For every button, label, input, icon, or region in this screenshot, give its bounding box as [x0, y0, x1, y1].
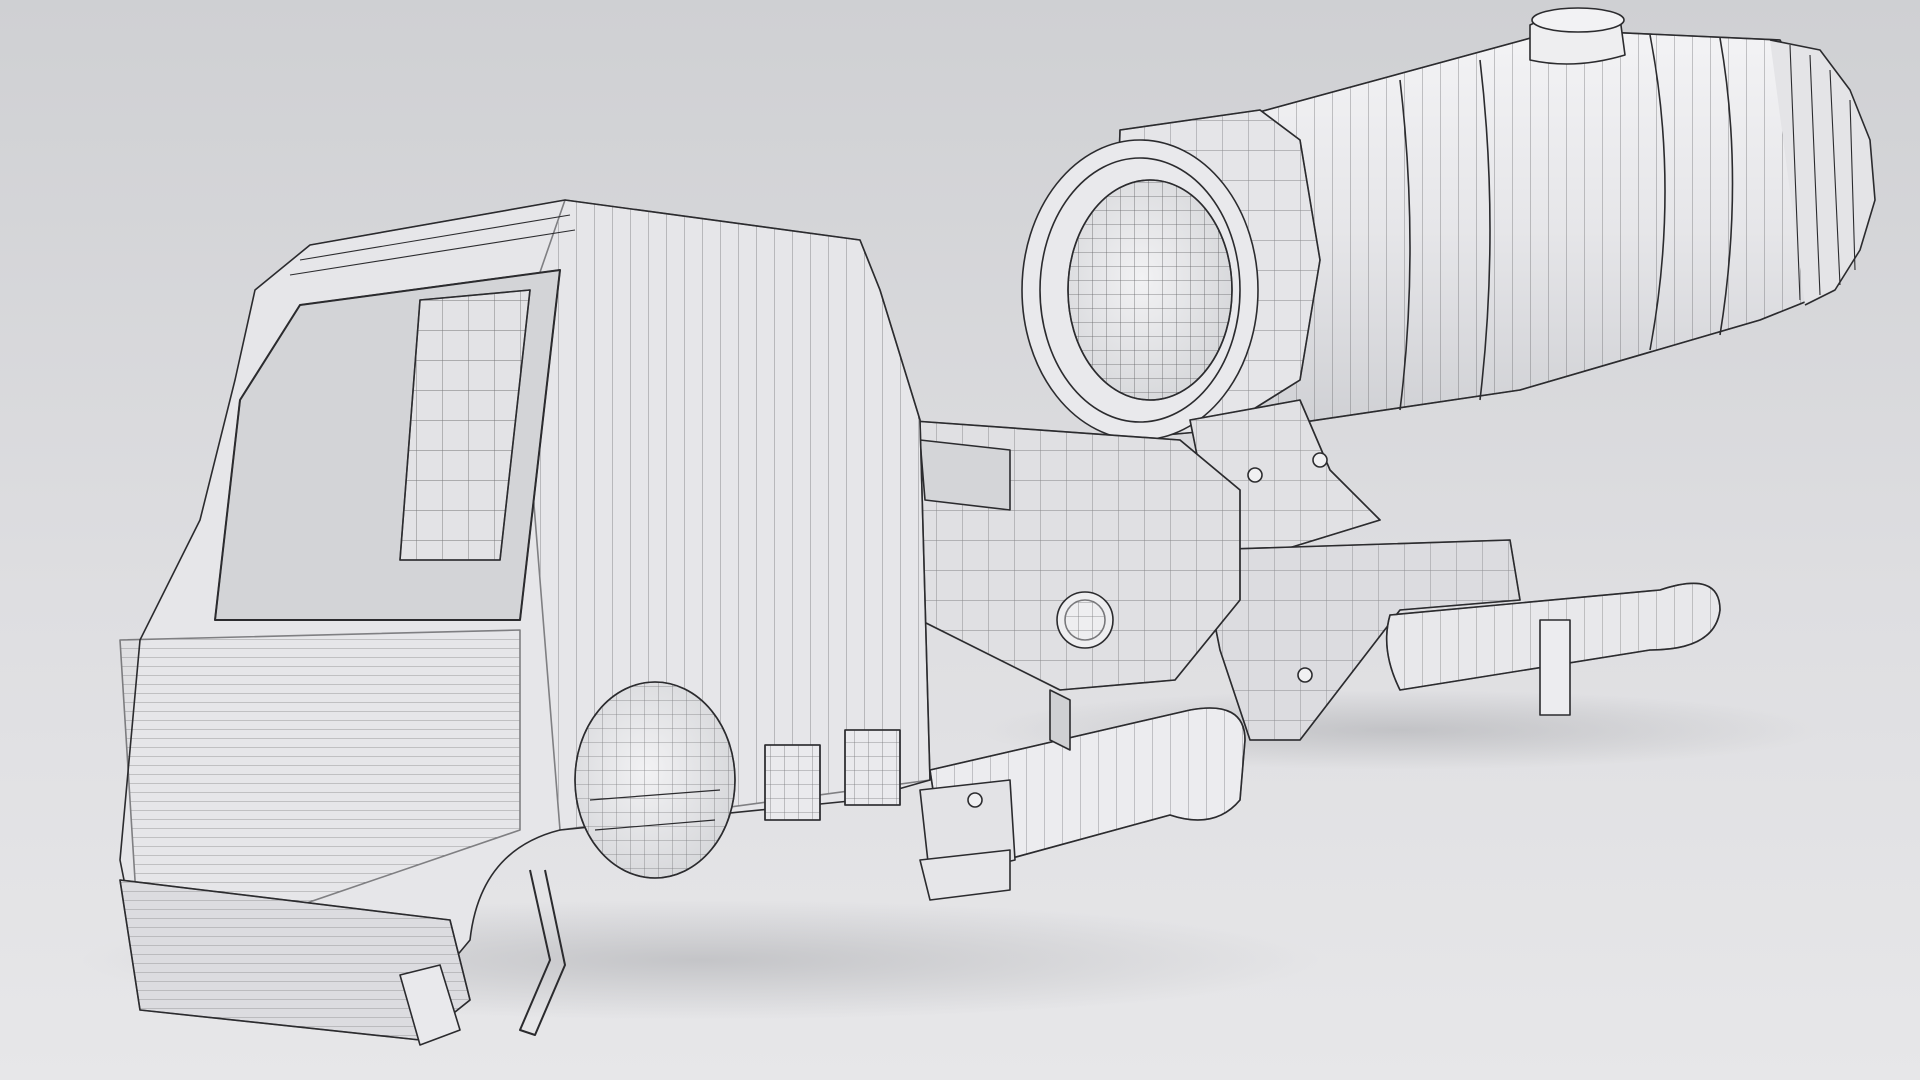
- qd-lever-clip: [1539, 619, 1571, 716]
- wireframe-render: [0, 0, 1920, 1080]
- sight-display-window: [919, 439, 1011, 511]
- mount-screw: [1312, 452, 1328, 468]
- pivot-screw: [967, 792, 983, 808]
- mount-screw: [1247, 467, 1263, 483]
- rail-screw: [1297, 667, 1313, 683]
